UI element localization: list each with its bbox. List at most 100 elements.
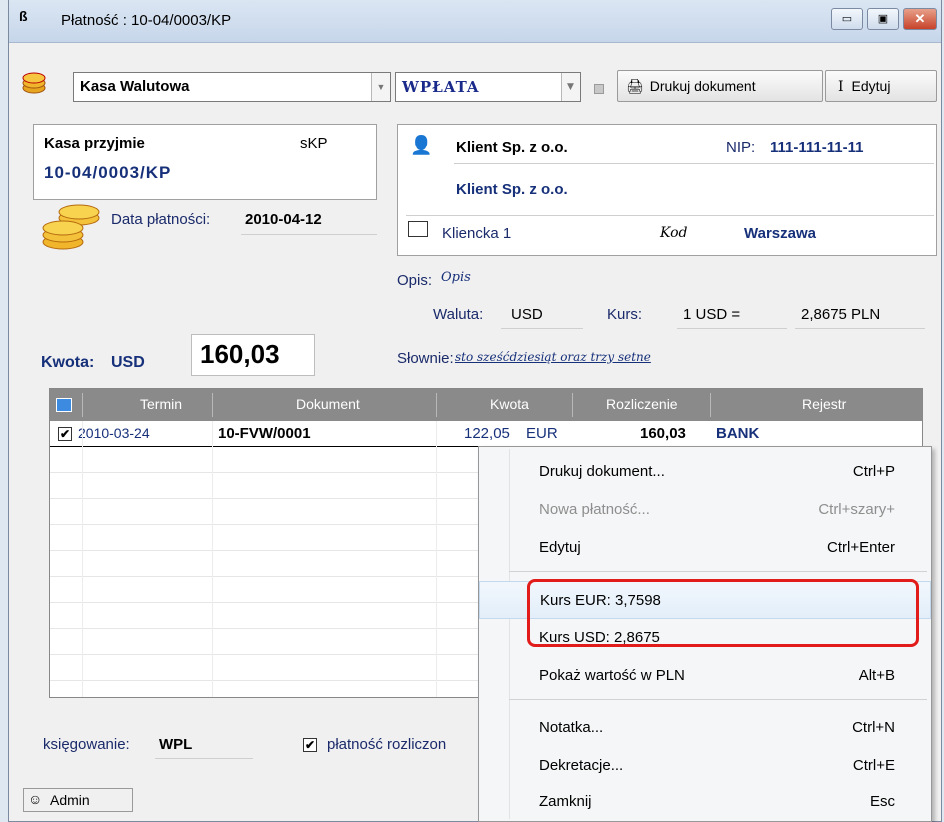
column-divider bbox=[212, 393, 213, 417]
amount-in-words: sto sześćdziesiąt oraz trzy setne bbox=[455, 350, 651, 364]
cash-register-value: Kasa Walutowa bbox=[80, 78, 190, 95]
nip-label: NIP: bbox=[726, 139, 756, 156]
description-value[interactable]: Opis bbox=[441, 270, 471, 285]
status-user-name: Admin bbox=[50, 792, 90, 808]
menu-item-label: Nowa płatność... bbox=[539, 501, 650, 518]
grid-line bbox=[212, 421, 213, 697]
menu-item-shortcut: Ctrl+E bbox=[852, 757, 895, 774]
divider bbox=[795, 328, 925, 329]
currency-value[interactable]: USD bbox=[511, 306, 543, 323]
description-label: Opis: bbox=[397, 272, 433, 289]
column-header-kwota[interactable]: Kwota bbox=[490, 396, 529, 412]
document-header: Kasa przyjmie bbox=[44, 135, 145, 152]
menu-item-close[interactable]: Zamknij Esc bbox=[479, 783, 931, 821]
edit-button[interactable]: I Edytuj bbox=[825, 70, 937, 102]
column-divider bbox=[572, 393, 573, 417]
select-all-checkbox[interactable] bbox=[56, 398, 72, 412]
edit-label: Edytuj bbox=[851, 78, 891, 94]
posting-label: księgowanie: bbox=[43, 736, 130, 753]
money-stack-icon bbox=[42, 204, 100, 250]
amount-currency: USD bbox=[111, 354, 145, 371]
column-divider bbox=[436, 393, 437, 417]
row-document: 10-FVW/0001 bbox=[218, 425, 311, 442]
menu-item-shortcut: Ctrl+P bbox=[852, 463, 895, 480]
divider bbox=[501, 328, 583, 329]
print-document-label: Drukuj dokument bbox=[649, 78, 756, 94]
settled-checkbox[interactable]: ✔ bbox=[303, 738, 317, 752]
rate-label: Kurs: bbox=[607, 306, 643, 323]
row-currency: EUR bbox=[526, 425, 558, 442]
row-checkbox[interactable]: ✔ bbox=[58, 427, 72, 441]
menu-item-label: Drukuj dokument... bbox=[539, 463, 665, 480]
menu-item-shortcut: Esc bbox=[869, 793, 895, 810]
row-date: 2010-03-24 bbox=[78, 425, 150, 441]
document-series: sKP bbox=[300, 135, 328, 152]
text-cursor-icon: I bbox=[838, 79, 844, 95]
divider bbox=[155, 758, 253, 759]
operation-select[interactable]: WPŁATA ▼ bbox=[395, 72, 581, 102]
column-header-rozliczenie[interactable]: Rozliczenie bbox=[606, 396, 678, 412]
payment-date-value[interactable]: 2010-04-12 bbox=[245, 211, 322, 228]
document-number: 10-04/0003/KP bbox=[44, 163, 172, 182]
title-bar[interactable]: ß Płatność : 10-04/0003/KP ▭ ▣ ✕ bbox=[9, 0, 941, 43]
cash-register-select[interactable]: Kasa Walutowa ▼ bbox=[73, 72, 391, 102]
print-document-button[interactable]: 🖨 Drukuj dokument bbox=[617, 70, 823, 102]
minimize-button[interactable]: ▭ bbox=[831, 8, 863, 30]
menu-item-shortcut: Ctrl+Enter bbox=[827, 539, 895, 556]
menu-item-label: Notatka... bbox=[539, 719, 604, 736]
client-city: Warszawa bbox=[744, 225, 816, 242]
postal-code-label: Kod bbox=[660, 225, 688, 241]
client-panel: 👤 Klient Sp. z o.o. NIP: 111-111-11-11 K… bbox=[397, 124, 937, 256]
menu-item-shortcut: Ctrl+N bbox=[852, 719, 895, 736]
maximize-icon: ▣ bbox=[877, 13, 889, 25]
highlight-frame bbox=[527, 579, 919, 647]
rate-unit: 1 USD = bbox=[683, 306, 741, 323]
column-divider bbox=[82, 393, 83, 417]
menu-item-shortcut: Ctrl+szary+ bbox=[818, 501, 895, 518]
divider bbox=[454, 163, 934, 164]
settled-label[interactable]: płatność rozliczon bbox=[327, 736, 446, 753]
user-icon: ☺ bbox=[28, 791, 43, 807]
minimize-icon: ▭ bbox=[841, 13, 853, 25]
date-underline bbox=[241, 234, 377, 235]
amount-value: 160,03 bbox=[200, 339, 280, 369]
close-button[interactable]: ✕ bbox=[903, 8, 937, 30]
menu-item-decrees[interactable]: Dekretacje... Ctrl+E bbox=[479, 747, 931, 785]
operation-value: WPŁATA bbox=[402, 78, 480, 96]
printer-icon: 🖨 bbox=[626, 78, 644, 94]
client-name[interactable]: Klient Sp. z o.o. bbox=[456, 139, 568, 156]
amount-label: Kwota: bbox=[41, 354, 95, 371]
table-header: Termin Dokument Kwota Rozliczenie Rejest… bbox=[50, 389, 922, 421]
column-header-dokument[interactable]: Dokument bbox=[296, 396, 360, 412]
table-row[interactable]: ✔ 2010-03-24 10-FVW/0001 122,05 EUR 160,… bbox=[50, 421, 922, 447]
rate-value[interactable]: 2,8675 PLN bbox=[801, 306, 880, 323]
currency-label: Waluta: bbox=[433, 306, 484, 323]
document-panel: Kasa przyjmie sKP 10-04/0003/KP bbox=[33, 124, 377, 200]
menu-item-edit[interactable]: Edytuj Ctrl+Enter bbox=[479, 529, 931, 567]
menu-item-label: Pokaż wartość w PLN bbox=[539, 667, 685, 684]
maximize-button[interactable]: ▣ bbox=[867, 8, 899, 30]
menu-item-label: Zamknij bbox=[539, 793, 592, 810]
column-divider bbox=[710, 393, 711, 417]
context-menu: Drukuj dokument... Ctrl+P Nowa płatność.… bbox=[478, 446, 932, 822]
chevron-down-icon[interactable]: ▼ bbox=[561, 73, 580, 101]
menu-item-show-pln[interactable]: Pokaż wartość w PLN Alt+B bbox=[479, 657, 931, 695]
window-title: Płatność : 10-04/0003/KP bbox=[61, 12, 232, 29]
payment-date-label: Data płatności: bbox=[111, 211, 211, 228]
amount-field[interactable]: 160,03 bbox=[191, 334, 315, 376]
column-header-rejestr[interactable]: Rejestr bbox=[802, 396, 846, 412]
app-icon: ß bbox=[19, 8, 28, 24]
menu-item-new-payment[interactable]: Nowa płatność... Ctrl+szary+ bbox=[479, 491, 931, 529]
column-header-termin[interactable]: Termin bbox=[140, 396, 182, 412]
menu-item-print-document[interactable]: Drukuj dokument... Ctrl+P bbox=[479, 453, 931, 491]
menu-separator bbox=[509, 699, 927, 700]
menu-item-shortcut: Alt+B bbox=[858, 667, 895, 684]
row-register: BANK bbox=[716, 425, 760, 442]
amount-in-words-label: Słownie: bbox=[397, 350, 454, 367]
divider bbox=[406, 215, 934, 216]
menu-item-label: Edytuj bbox=[539, 539, 581, 556]
posting-value[interactable]: WPL bbox=[159, 736, 192, 753]
menu-item-note[interactable]: Notatka... Ctrl+N bbox=[479, 709, 931, 747]
status-user: ☺ Admin bbox=[23, 788, 133, 812]
chevron-down-icon[interactable]: ▼ bbox=[371, 73, 390, 101]
